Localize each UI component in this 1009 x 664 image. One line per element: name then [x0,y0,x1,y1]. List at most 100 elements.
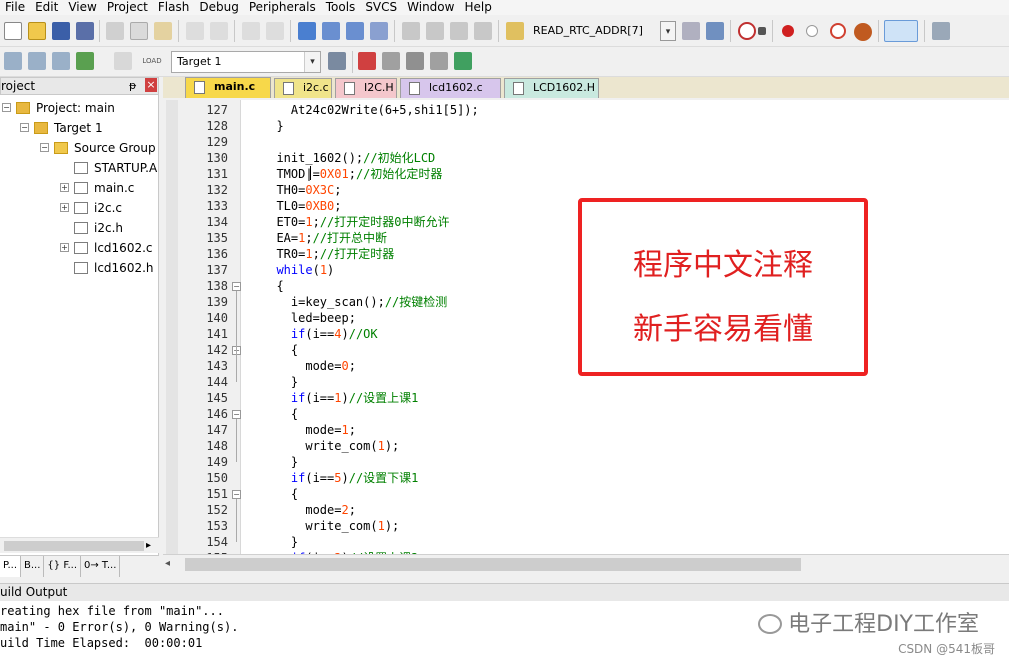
menu-view[interactable]: View [63,0,101,15]
menu-edit[interactable]: Edit [30,0,63,15]
navigate-forward-icon[interactable] [266,22,284,40]
navigate-back-icon[interactable] [242,22,260,40]
pin-icon[interactable]: ᵽ [129,78,136,94]
select-packs-icon[interactable] [406,52,424,70]
pack-installer-icon[interactable] [454,52,472,70]
run-time-environment-icon[interactable] [430,52,448,70]
build-icon[interactable] [28,52,46,70]
new-file-icon[interactable] [4,22,22,40]
copy-icon[interactable] [130,22,148,40]
tree-item-target-1[interactable]: Target 1 [54,120,103,136]
kill-breakpoints-icon[interactable] [830,23,846,39]
scrollbar-thumb[interactable] [185,558,801,571]
tree-item-i2c-c[interactable]: i2c.c [94,200,122,216]
disable-breakpoint-icon[interactable] [806,25,818,37]
rebuild-icon[interactable] [52,52,70,70]
menu-tools[interactable]: Tools [321,0,361,15]
menu-debug[interactable]: Debug [194,0,243,15]
file-tab-lcd1602-c[interactable]: lcd1602.c [400,78,501,98]
undo-icon[interactable] [186,22,204,40]
fold-toggle-icon[interactable]: − [232,282,241,291]
chevron-down-icon[interactable]: ▾ [660,21,676,41]
scroll-left-icon[interactable]: ◂ [165,558,177,570]
manage-project-items-icon[interactable] [358,52,376,70]
tree-item-main-c[interactable]: main.c [94,180,134,196]
tree-expander-icon[interactable]: − [40,143,49,152]
project-hscrollbar[interactable]: ▸ [0,537,159,553]
kill-all-breakpoints-icon[interactable] [854,23,872,41]
tree-expander-icon[interactable]: + [60,243,69,252]
uncomment-icon[interactable] [474,22,492,40]
horizontal-scrollbar[interactable]: ◂ [163,554,1009,574]
project-tab-0[interactable]: P... [0,556,22,577]
bookmark-icon[interactable] [298,22,316,40]
file-tab-i2c-c[interactable]: i2c.c [274,78,332,98]
scroll-right-icon[interactable]: ▸ [146,538,151,554]
menu-window[interactable]: Window [402,0,459,15]
save-icon[interactable] [52,22,70,40]
code-token: //打开定时器 [319,247,395,261]
menu-peripherals[interactable]: Peripherals [244,0,321,15]
debug-session-icon[interactable] [738,22,756,40]
function-combo[interactable]: READ_RTC_ADDR[7] ▾ [528,21,676,43]
cut-icon[interactable] [106,22,124,40]
save-all-icon[interactable] [76,22,94,40]
menu-svcs[interactable]: SVCS [360,0,402,15]
chevron-down-icon[interactable]: ▾ [304,52,320,72]
fold-toggle-icon[interactable]: − [232,490,241,499]
find-in-files-icon[interactable] [506,22,524,40]
menu-project[interactable]: Project [102,0,153,15]
project-tab-1[interactable]: B... [21,556,45,577]
tree-expander-icon[interactable]: + [60,203,69,212]
debug-dropdown-icon[interactable] [758,27,766,35]
menu-bar: File Edit View Project Flash Debug Peripherals… [0,0,1009,15]
tree-expander-icon[interactable]: + [60,183,69,192]
menu-help[interactable]: Help [459,0,496,15]
code-token: 0XB0 [305,199,335,213]
file-tab-main-c[interactable]: main.c [185,77,271,98]
build-output-line: uild Time Elapsed: 00:00:01 [0,636,203,650]
tree-expander-icon[interactable]: − [20,123,29,132]
tree-item-i2c-h[interactable]: i2c.h [94,220,123,236]
comment-icon[interactable] [450,22,468,40]
fold-toggle-icon[interactable]: − [232,410,241,419]
file-tab-i2c-h[interactable]: I2C.H [335,78,397,98]
batch-build-icon[interactable] [76,52,94,70]
breakpoint-icon[interactable] [782,25,794,37]
target-options-icon[interactable] [328,52,346,70]
project-scrollbar-thumb[interactable] [4,541,144,551]
translate-icon[interactable] [4,52,22,70]
menu-flash[interactable]: Flash [153,0,194,15]
open-folder-icon[interactable] [28,22,46,40]
manage-multi-project-icon[interactable] [382,52,400,70]
unindent-icon[interactable] [426,22,444,40]
code-token: { [262,487,299,501]
clear-bookmarks-icon[interactable] [370,22,388,40]
project-tab-3[interactable]: 0→ T... [81,556,121,577]
breakpoint-margin[interactable] [166,100,178,554]
file-icon [74,222,88,234]
stop-build-icon[interactable] [114,52,132,70]
project-tab-2[interactable]: {} F... [44,556,82,577]
download-icon[interactable]: LOAD [142,52,162,70]
indent-icon[interactable] [402,22,420,40]
paste-icon[interactable] [154,22,172,40]
tree-item-project-main[interactable]: Project: main [36,100,115,116]
window-layout-icon[interactable] [884,20,918,42]
line-number: 130 [206,151,228,165]
menu-file[interactable]: File [0,0,30,15]
configuration-wrench-icon[interactable] [932,22,950,40]
tree-item-startup-a51[interactable]: STARTUP.A51 [94,160,158,176]
tree-item-lcd1602-c[interactable]: lcd1602.c [94,240,153,256]
tree-expander-icon[interactable]: − [2,103,11,112]
close-icon[interactable]: × [145,78,157,92]
find-icon[interactable] [682,22,700,40]
next-bookmark-icon[interactable] [346,22,364,40]
prev-bookmark-icon[interactable] [322,22,340,40]
file-tab-lcd1602-h[interactable]: LCD1602.H [504,78,599,98]
incremental-find-icon[interactable] [706,22,724,40]
tree-item-source-group-1[interactable]: Source Group 1 [74,140,158,156]
tree-item-lcd1602-h[interactable]: lcd1602.h [94,260,154,276]
target-combo[interactable]: Target 1 ▾ [171,51,321,73]
redo-icon[interactable] [210,22,228,40]
